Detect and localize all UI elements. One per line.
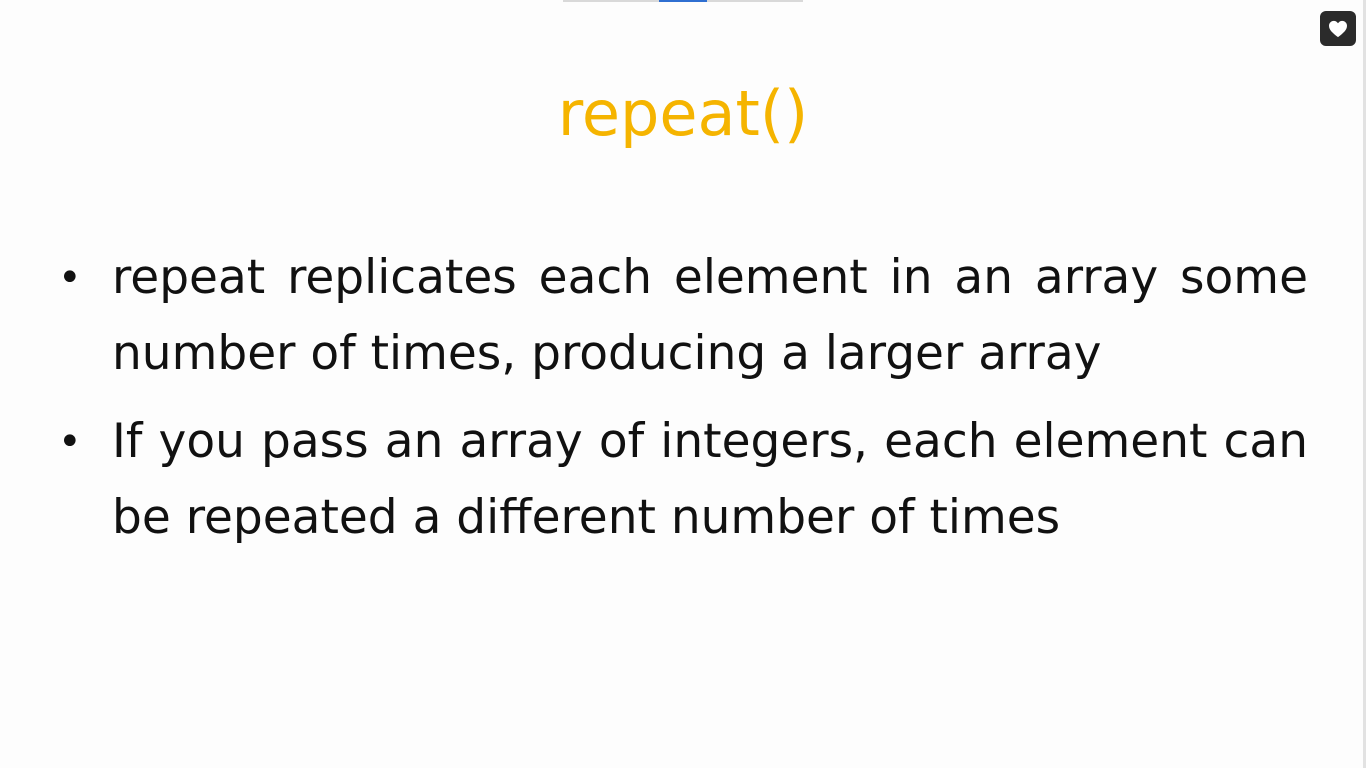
top-progress-indicator <box>659 0 707 2</box>
bullet-text: repeat replicates each element in an arr… <box>112 250 1308 381</box>
bullet-text: If you pass an array of integers, each e… <box>112 414 1308 545</box>
slide: repeat() • repeat replicates each elemen… <box>0 0 1366 768</box>
heart-icon <box>1328 20 1348 38</box>
favorite-button[interactable] <box>1320 11 1356 46</box>
bullet-item: • repeat replicates each element in an a… <box>58 240 1308 392</box>
bullet-marker: • <box>58 255 82 301</box>
bullet-marker: • <box>58 419 82 465</box>
bullet-list: • repeat replicates each element in an a… <box>58 240 1308 568</box>
top-progress-bar <box>563 0 803 2</box>
slide-title: repeat() <box>557 77 809 150</box>
bullet-item: • If you pass an array of integers, each… <box>58 404 1308 556</box>
